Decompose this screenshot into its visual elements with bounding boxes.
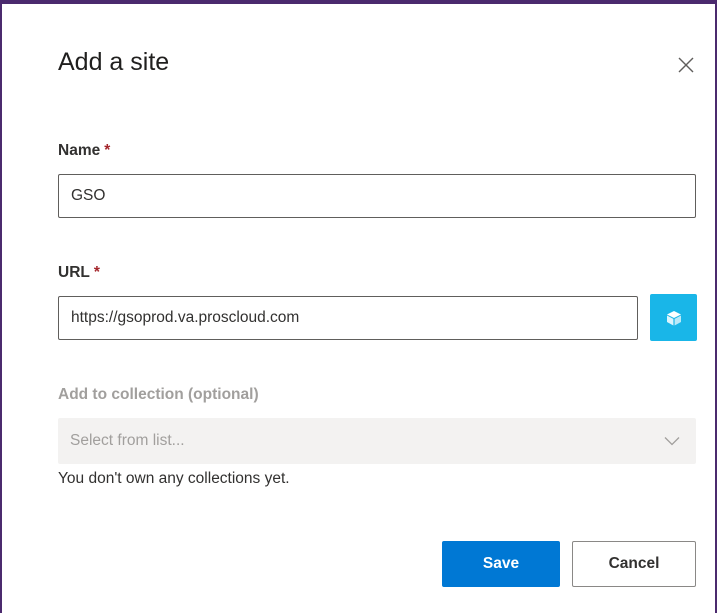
close-icon [678,57,694,73]
name-label-text: Name [58,142,101,159]
collection-select-placeholder: Select from list... [70,432,185,449]
collection-label: Add to collection (optional) [58,386,259,403]
dialog-title: Add a site [58,48,170,76]
url-input[interactable] [58,296,638,340]
url-label: URL * [58,264,100,282]
url-action-button[interactable] [650,294,697,341]
url-label-text: URL [58,264,90,281]
dialog: Add a site Name* URL* Add to collection … [0,0,717,613]
name-label: Name * [58,142,110,160]
name-input[interactable] [58,174,696,218]
save-button[interactable]: Save [442,541,560,587]
chevron-down-icon [664,437,680,446]
cube-icon [666,310,681,325]
required-marker: * [93,264,100,281]
required-marker: * [104,142,111,159]
close-button[interactable] [672,51,700,79]
cancel-button[interactable]: Cancel [572,541,696,587]
collection-note: You don't own any collections yet. [58,470,290,487]
collection-select[interactable]: Select from list... [58,418,696,464]
